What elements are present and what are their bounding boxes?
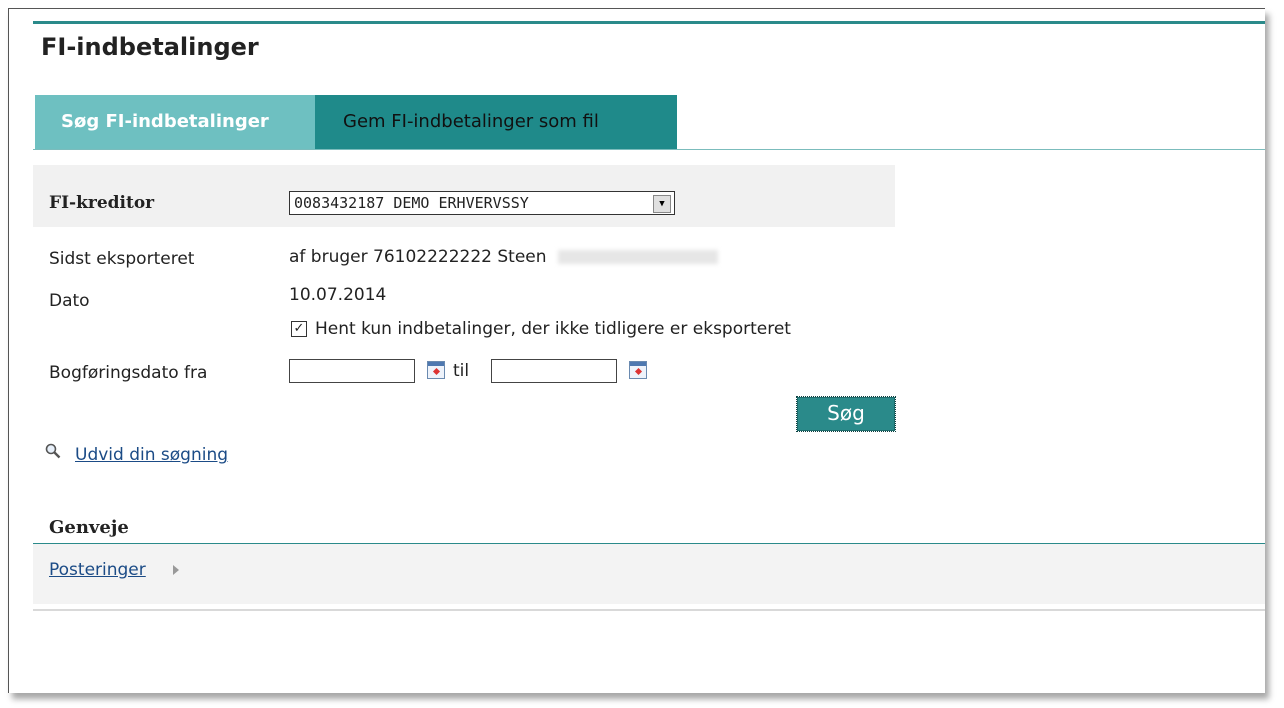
tab-bar: Søg FI-indbetalinger Gem FI-indbetalinge…	[35, 95, 677, 149]
expand-search-link[interactable]: Udvid din søgning	[75, 445, 228, 465]
shortcuts-title: Genveje	[49, 517, 129, 538]
app-window: FI-indbetalinger Søg FI-indbetalinger Ge…	[8, 8, 1265, 693]
posting-date-label: Bogføringsdato fra	[49, 363, 208, 383]
shortcut-posteringer[interactable]: Posteringer	[49, 560, 146, 580]
date-to-input[interactable]	[491, 359, 617, 383]
top-rule	[33, 21, 1265, 24]
magnifier-icon[interactable]	[45, 443, 61, 459]
only-new-label: Hent kun indbetalinger, der ikke tidlige…	[315, 319, 791, 339]
date-to-label: til	[453, 361, 470, 381]
tab-save-as-file[interactable]: Gem FI-indbetalinger som fil	[315, 95, 677, 149]
tab-divider	[33, 149, 1265, 150]
dropdown-arrow-icon[interactable]: ▼	[653, 195, 671, 213]
chevron-right-icon	[173, 565, 179, 575]
blurred-name	[557, 250, 718, 264]
creditor-label: FI-kreditor	[49, 193, 155, 213]
date-label: Dato	[49, 291, 90, 311]
last-exported-value: af bruger 76102222222 Steen	[289, 247, 718, 267]
creditor-select-value: 0083432187 DEMO ERHVERVSSY	[294, 194, 529, 212]
creditor-select[interactable]: 0083432187 DEMO ERHVERVSSY ▼	[289, 191, 675, 215]
tab-search[interactable]: Søg FI-indbetalinger	[35, 95, 315, 149]
bottom-rule	[33, 609, 1265, 611]
calendar-to-icon[interactable]	[629, 361, 647, 379]
date-value: 10.07.2014	[289, 285, 387, 305]
only-new-checkbox[interactable]: ✓	[291, 321, 307, 337]
last-exported-label: Sidst eksporteret	[49, 249, 195, 269]
search-button[interactable]: Søg	[796, 396, 896, 432]
shortcuts-panel: Posteringer	[33, 543, 1265, 604]
date-from-input[interactable]	[289, 359, 415, 383]
calendar-from-icon[interactable]	[427, 361, 445, 379]
page-title: FI-indbetalinger	[41, 33, 259, 61]
